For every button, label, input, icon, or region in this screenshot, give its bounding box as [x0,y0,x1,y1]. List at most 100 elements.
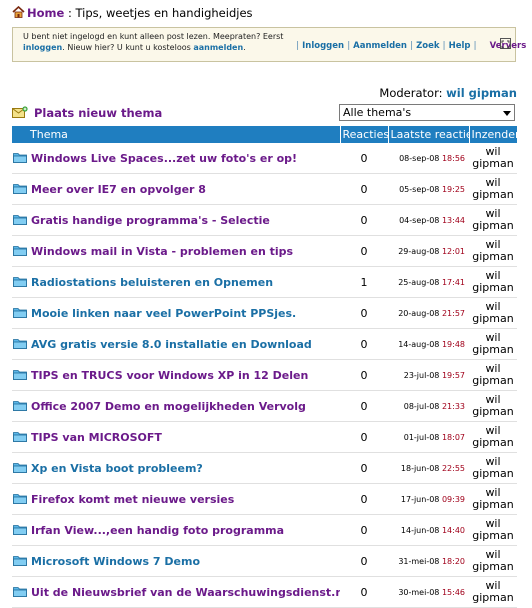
link-separator: | [473,41,477,51]
author-name[interactable]: wil gipman [469,545,517,577]
thread-title-link[interactable]: TIPS van MICROSOFT [31,431,162,444]
thread-title-cell: Radiostations beluisteren en Opnemen [12,266,340,298]
reactions-count: 0 [340,421,388,453]
help-link[interactable]: Help [449,41,471,51]
notice-text-part: . Nieuw hier? U kunt u kosteloos [62,43,191,52]
last-reaction-cell: 05-sep-08 19:25 [388,173,469,205]
author-name[interactable]: wil gipman [469,297,517,329]
last-reaction-date: 01-jul-08 [403,432,440,442]
last-reaction-time: 19:25 [441,184,465,194]
thread-title-link[interactable]: Office 2007 Demo en mogelijkheden Vervol… [31,400,306,413]
link-separator: | [296,41,300,51]
column-header-laatste-reactie[interactable]: Laatste reactie [388,126,470,143]
home-icon[interactable] [12,6,25,18]
login-link[interactable]: Inloggen [302,41,344,51]
thread-title-cell: Irfan View...,een handig foto programma [12,514,340,546]
author-name[interactable]: wil gipman [469,390,517,422]
table-row: AVG gratis versie 8.0 installatie en Dow… [12,328,517,360]
thread-title-link[interactable]: Xp en Vista boot probleem? [31,462,203,475]
thread-title-link[interactable]: Gratis handige programma's - Selectie [31,214,270,227]
login-notice: U bent niet ingelogd en kunt alleen post… [12,27,526,62]
table-header-row: Thema Reacties Laatste reactie Inzender [12,126,517,143]
breadcrumb: Home : Tips, weetjes en handigheidjes [12,6,253,20]
thread-title-link[interactable]: Irfan View...,een handig foto programma [31,524,284,537]
new-thema-label: Plaats nieuw thema [34,106,163,120]
breadcrumb-separator: : [67,6,72,20]
author-name[interactable]: wil gipman [469,452,517,484]
author-name[interactable]: wil gipman [469,328,517,360]
author-name[interactable]: wil gipman [469,514,517,546]
thread-title-cell: Uit de Nieuwsbrief van de Waarschuwingsd… [12,576,340,608]
author-name[interactable]: wil gipman [469,421,517,453]
notice-text-part: . [243,43,246,52]
thread-title-cell: AVG gratis versie 8.0 installatie en Dow… [12,328,340,360]
thread-title-link[interactable]: AVG gratis versie 8.0 installatie en Dow… [31,338,312,351]
folder-icon [13,462,27,473]
last-reaction-time: 12:01 [441,246,465,256]
last-reaction-time: 13:44 [441,215,465,225]
reactions-count: 0 [340,143,388,174]
author-name[interactable]: wil gipman [469,235,517,267]
thread-title-cell: Windows mail in Vista - problemen en tip… [12,235,340,267]
thread-title-link[interactable]: Mooie linken naar veel PowerPoint PPSjes… [31,307,296,320]
reactions-count: 0 [340,390,388,422]
table-row: Windows mail in Vista - problemen en tip… [12,235,517,267]
last-reaction-date: 14-jun-08 [400,525,440,535]
table-row: Irfan View...,een handig foto programma 0… [12,514,517,546]
thema-filter-value: Alle thema's [343,106,412,119]
thread-title-link[interactable]: Uit de Nieuwsbrief van de Waarschuwingsd… [31,586,340,599]
author-name[interactable]: wil gipman [469,359,517,391]
folder-icon [13,524,27,535]
folder-icon [13,152,27,163]
author-name[interactable]: wil gipman [469,173,517,205]
register-link[interactable]: Aanmelden [353,41,407,51]
thema-filter-select[interactable]: Alle thema's [339,104,515,121]
author-name[interactable]: wil gipman [469,143,517,174]
author-name[interactable]: wil gipman [469,266,517,298]
thread-title-link[interactable]: Meer over IE7 en opvolger 8 [31,183,206,196]
last-reaction-cell: 14-jun-08 14:40 [388,514,469,546]
thread-title-link[interactable]: Windows Live Spaces...zet uw foto's er o… [31,152,297,165]
author-name[interactable]: wil gipman [469,204,517,236]
last-reaction-time: 18:20 [441,556,465,566]
column-header-thema[interactable]: Thema [12,126,341,143]
folder-icon [13,307,27,318]
column-header-reacties[interactable]: Reacties [340,126,389,143]
home-link[interactable]: Home [27,6,64,20]
folder-icon [13,338,27,349]
folder-icon [13,214,27,225]
last-reaction-time: 22:55 [441,463,465,473]
moderator-name[interactable]: wil gipman [446,86,517,100]
link-separator: | [442,41,446,51]
table-row: Windows Live Spaces...zet uw foto's er o… [12,143,517,174]
last-reaction-cell: 17-jun-08 09:39 [388,483,469,515]
last-reaction-cell: 20-aug-08 21:57 [388,297,469,329]
reactions-count: 0 [340,359,388,391]
last-reaction-date: 14-aug-08 [398,339,440,349]
last-reaction-time: 19:48 [441,339,465,349]
search-link[interactable]: Zoek [416,41,439,51]
reactions-count: 0 [340,514,388,546]
last-reaction-time: 15:46 [441,587,465,597]
new-thema-link[interactable]: Plaats nieuw thema [12,106,162,120]
column-header-inzender[interactable]: Inzender [469,126,517,143]
last-reaction-date: 05-sep-08 [399,184,440,194]
last-reaction-cell: 14-aug-08 19:48 [388,328,469,360]
thread-title-link[interactable]: Firefox komt met nieuwe versies [31,493,234,506]
login-inline-link[interactable]: inloggen [23,43,62,52]
reactions-count: 1 [340,266,388,298]
thread-title-link[interactable]: Microsoft Windows 7 Demo [31,555,200,568]
author-name[interactable]: wil gipman [469,576,517,608]
thread-title-link[interactable]: TIPS en TRUCS voor Windows XP in 12 Dele… [31,369,308,382]
register-inline-link[interactable]: aanmelden [193,43,243,52]
expand-icon[interactable] [500,38,511,49]
thread-title-link[interactable]: Windows mail in Vista - problemen en tip… [31,245,293,258]
table-row: Radiostations beluisteren en Opnemen 1 25-… [12,266,517,298]
thread-title-link[interactable]: Radiostations beluisteren en Opnemen [31,276,273,289]
last-reaction-date: 30-mei-08 [398,587,440,597]
author-name[interactable]: wil gipman [469,483,517,515]
account-links: | Inloggen | Aanmelden | Zoek | Help | Ververs [293,41,526,51]
table-row: Microsoft Windows 7 Demo 0 31-mei-08 18:20… [12,545,517,577]
reactions-count: 0 [340,173,388,205]
last-reaction-cell: 18-jun-08 22:55 [388,452,469,484]
